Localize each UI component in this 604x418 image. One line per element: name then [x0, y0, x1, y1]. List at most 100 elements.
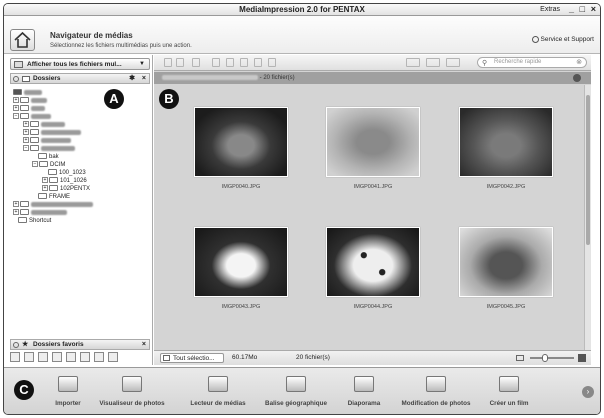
- thumbnail-small-icon[interactable]: [516, 355, 524, 361]
- calendar-icon[interactable]: [79, 352, 90, 362]
- drive-icon: [20, 97, 29, 104]
- tree-item[interactable]: −: [23, 145, 75, 153]
- tree-item-shortcut[interactable]: Shortcut: [18, 217, 51, 225]
- tree-item-frame[interactable]: FRAME: [38, 193, 70, 201]
- delete-icon[interactable]: [268, 58, 276, 67]
- panel-toggle-icon[interactable]: [13, 342, 19, 348]
- folder-icon: [30, 121, 39, 128]
- minimize-button[interactable]: _: [569, 4, 574, 15]
- total-size: 60.17Mo: [232, 354, 258, 361]
- grid-icon[interactable]: [107, 352, 118, 362]
- thumbnail-filename: IMGP0040.JPG: [221, 184, 261, 190]
- close-button[interactable]: ×: [591, 4, 596, 15]
- thumbnail-filename: IMGP0042.JPG: [486, 184, 526, 190]
- chevron-down-icon: ▼: [139, 61, 145, 67]
- camera-icon[interactable]: [93, 352, 104, 362]
- page-subtitle: Sélectionnez les fichiers multimédias pu…: [50, 43, 192, 49]
- home-button[interactable]: [10, 29, 35, 51]
- tree-item[interactable]: +: [23, 137, 71, 145]
- slideshow-button[interactable]: Diaporama: [324, 376, 404, 407]
- tree-item[interactable]: +: [13, 105, 45, 113]
- status-bar: Tout sélectio... 60.17Mo 20 fichier(s): [154, 350, 591, 365]
- support-icon: [531, 36, 539, 43]
- dalmatian-photo-icon: [326, 227, 420, 297]
- spaniel-photo-icon: [459, 227, 553, 297]
- thumbnail-filename: IMGP0045.JPG: [486, 304, 526, 310]
- rotate-right-icon[interactable]: [254, 58, 262, 67]
- tree-item[interactable]: [13, 89, 42, 97]
- tree-item-bak[interactable]: bak: [38, 153, 59, 161]
- quick-search-input[interactable]: ⚲ Recherche rapide ⊗: [477, 57, 587, 68]
- favorites-toolbar: [10, 352, 150, 363]
- folder-icon: [30, 137, 39, 144]
- thumbnail-item[interactable]: IMGP0044.JPG: [326, 227, 420, 310]
- zoom-slider[interactable]: [530, 354, 574, 362]
- tree-item-100[interactable]: 100_1023: [48, 169, 86, 177]
- grid-size-icon[interactable]: [446, 58, 460, 67]
- thumbnail-item[interactable]: IMGP0042.JPG: [459, 107, 553, 190]
- vertical-scrollbar[interactable]: [584, 85, 591, 350]
- title-bar: MediaImpression 2.0 for PENTAX Extras _ …: [4, 4, 600, 16]
- tree-item[interactable]: +: [23, 129, 81, 137]
- sort-icon[interactable]: [426, 58, 440, 67]
- star-icon[interactable]: [212, 58, 220, 67]
- thumbnail-item[interactable]: IMGP0043.JPG: [194, 227, 288, 310]
- drive-icon: [20, 209, 29, 216]
- folders-header: Dossiers ✱ ×: [10, 73, 150, 84]
- next-arrow-icon[interactable]: ›: [582, 386, 594, 398]
- cat-photo-icon: [459, 107, 553, 177]
- app-window: MediaImpression 2.0 for PENTAX Extras _ …: [3, 3, 601, 415]
- tag-icon[interactable]: [51, 352, 62, 362]
- gear-icon[interactable]: ✱: [129, 74, 135, 84]
- folder-icon[interactable]: [10, 352, 20, 362]
- home-icon: [14, 31, 31, 48]
- thumbnail-item[interactable]: IMGP0045.JPG: [459, 227, 553, 310]
- rotate-left-icon[interactable]: [240, 58, 248, 67]
- info-icon[interactable]: [573, 74, 581, 82]
- thumbnail-item[interactable]: IMGP0040.JPG: [194, 107, 288, 190]
- maximize-button[interactable]: □: [580, 4, 585, 15]
- tree-item-101[interactable]: +101_1026: [42, 177, 87, 185]
- folder-icon: [38, 153, 47, 160]
- move-icon[interactable]: [192, 58, 200, 67]
- paste-icon[interactable]: [176, 58, 184, 67]
- flag-icon[interactable]: [65, 352, 76, 362]
- select-all-icon: [163, 355, 170, 361]
- support-link[interactable]: Service et Support: [531, 36, 594, 44]
- view-mode-icon[interactable]: [406, 58, 420, 67]
- thumbnail-item[interactable]: IMGP0041.JPG: [326, 107, 420, 190]
- cat-photo-icon: [194, 107, 288, 177]
- tree-item[interactable]: −: [13, 113, 51, 121]
- photo-edit-button[interactable]: Modification de photos: [396, 376, 476, 407]
- media-player-button[interactable]: Lecteur de médias: [178, 376, 258, 407]
- tree-item[interactable]: +: [13, 201, 93, 209]
- drive-icon: [20, 105, 29, 112]
- star-icon[interactable]: [37, 352, 48, 362]
- tag-icon[interactable]: [226, 58, 234, 67]
- add-favorite-icon[interactable]: [23, 352, 34, 362]
- extras-menu[interactable]: Extras: [540, 6, 560, 13]
- photo-viewer-button[interactable]: Visualiseur de photos: [92, 376, 172, 407]
- panel-toggle-icon[interactable]: [13, 76, 19, 82]
- close-panel-icon[interactable]: ×: [142, 340, 146, 350]
- tree-item[interactable]: +: [13, 97, 47, 105]
- close-panel-icon[interactable]: ×: [142, 74, 146, 84]
- file-count-status: 20 fichier(s): [296, 354, 330, 361]
- folder-icon: [48, 169, 57, 176]
- create-movie-button[interactable]: Créer un film: [469, 376, 549, 407]
- copy-icon[interactable]: [164, 58, 172, 67]
- select-all-button[interactable]: Tout sélectio...: [160, 353, 224, 363]
- tree-item[interactable]: +: [13, 209, 67, 217]
- tree-item-102[interactable]: +102PENTX: [42, 185, 90, 193]
- clear-search-icon[interactable]: ⊗: [576, 58, 582, 67]
- support-label: Service et Support: [540, 36, 594, 44]
- tree-item[interactable]: +: [23, 121, 65, 129]
- zoom-slider-handle[interactable]: [542, 354, 548, 362]
- slideshow-icon: [354, 376, 374, 392]
- tree-item-dcim[interactable]: − DCIM: [32, 161, 65, 169]
- page-title: Navigateur de médias: [50, 31, 133, 40]
- content-toolbar: ⚲ Recherche rapide ⊗: [154, 55, 591, 71]
- filter-dropdown[interactable]: Afficher tous les fichiers mul... ▼: [10, 58, 150, 70]
- thumbnail-large-icon[interactable]: [578, 354, 586, 362]
- scrollbar-thumb[interactable]: [586, 95, 590, 245]
